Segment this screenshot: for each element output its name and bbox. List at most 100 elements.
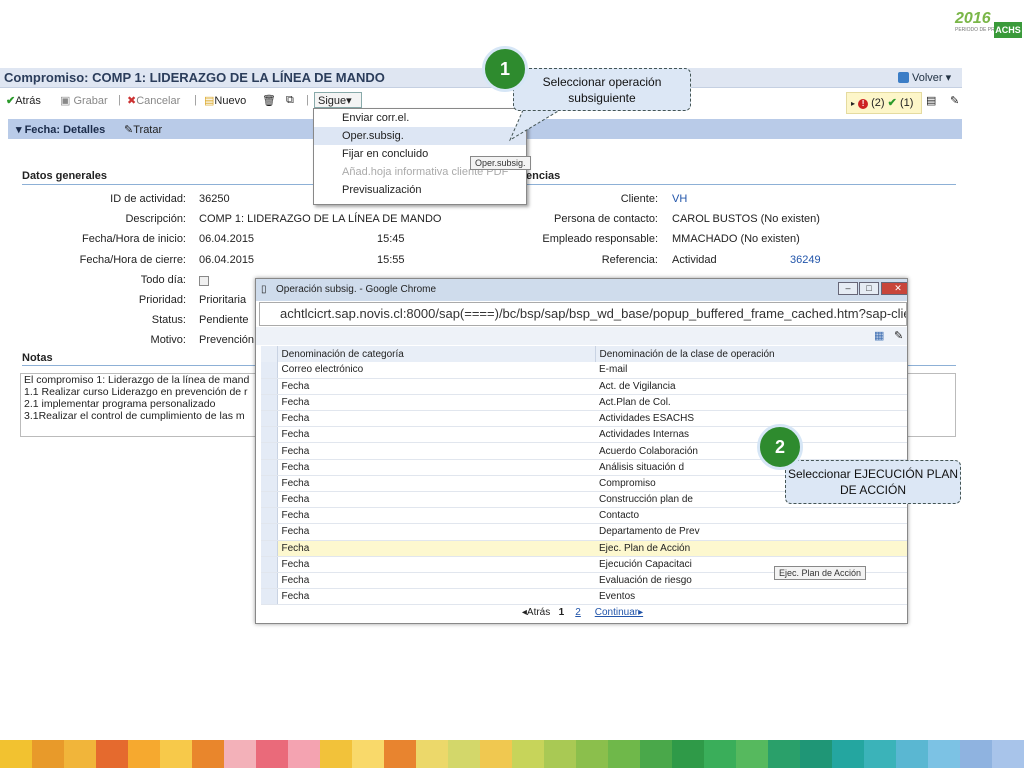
strip-segment xyxy=(416,740,448,768)
strip-segment xyxy=(320,740,352,768)
strip-segment xyxy=(160,740,192,768)
maximize-button[interactable]: □ xyxy=(859,282,879,295)
strip-segment xyxy=(544,740,576,768)
strip-segment xyxy=(64,740,96,768)
category-cell: Fecha xyxy=(277,475,595,493)
strip-segment xyxy=(384,740,416,768)
decorative-color-strip xyxy=(0,740,1024,768)
table-row[interactable]: Fecha Act. de Vigilancia xyxy=(261,378,907,395)
callout-1-pointer xyxy=(508,109,562,142)
minimize-button[interactable]: ‒ xyxy=(838,282,858,295)
table-row[interactable]: Fecha Act.Plan de Col. xyxy=(261,394,907,412)
strip-segment xyxy=(864,740,896,768)
strip-segment xyxy=(832,740,864,768)
category-cell: Fecha xyxy=(277,491,595,509)
strip-segment xyxy=(448,740,480,768)
category-cell: Fecha xyxy=(277,442,595,460)
category-cell: Fecha xyxy=(277,572,595,590)
table-row[interactable]: Fecha Eventos xyxy=(261,588,907,606)
category-cell: Fecha xyxy=(277,507,595,525)
row-selector[interactable] xyxy=(261,442,278,460)
strip-segment xyxy=(640,740,672,768)
row-selector[interactable] xyxy=(261,588,278,606)
row-selector[interactable] xyxy=(261,507,278,525)
strip-segment xyxy=(224,740,256,768)
select-all-cell[interactable] xyxy=(261,346,278,362)
row-selector[interactable] xyxy=(261,362,278,379)
strip-segment xyxy=(192,740,224,768)
strip-segment xyxy=(576,740,608,768)
operation-cell: Eventos xyxy=(595,588,907,606)
row-selector[interactable] xyxy=(261,572,278,590)
category-cell: Fecha xyxy=(277,556,595,573)
prev-page-link[interactable]: ◂Atrás xyxy=(522,607,550,618)
row-selector[interactable] xyxy=(261,394,278,412)
category-cell: Fecha xyxy=(277,410,595,428)
table-row[interactable]: Fecha Actividades Internas xyxy=(261,426,907,444)
operation-cell: Act.Plan de Col. xyxy=(595,394,907,412)
strip-segment xyxy=(896,740,928,768)
page-2-link[interactable]: 2 xyxy=(575,607,581,618)
page-1: 1 xyxy=(558,607,565,618)
page-icon: ▯ xyxy=(261,284,267,295)
category-cell: Fecha xyxy=(277,588,595,606)
close-button[interactable]: ✕ xyxy=(881,282,907,295)
popup-toolbar: ▦ ✎ xyxy=(256,327,907,345)
callout-1: Seleccionar operación subsiguiente xyxy=(513,68,691,111)
table-row[interactable]: Fecha Acuerdo Colaboración xyxy=(261,442,907,460)
category-cell: Fecha xyxy=(277,523,595,541)
popup-title: Operación subsig. - Google Chrome xyxy=(276,284,437,295)
url-bar[interactable]: achtlcicrt.sap.novis.cl:8000/sap(====)/b… xyxy=(259,302,907,326)
operation-cell: E-mail xyxy=(595,362,907,379)
strip-segment xyxy=(928,740,960,768)
row-selector[interactable] xyxy=(261,378,278,395)
strip-segment xyxy=(800,740,832,768)
column-header-category[interactable]: Denominación de categoría xyxy=(277,346,596,362)
step-2-badge: 2 xyxy=(757,424,803,470)
strip-segment xyxy=(288,740,320,768)
next-page-link[interactable]: Continuar▸ xyxy=(595,607,643,618)
strip-segment xyxy=(992,740,1024,768)
row-selector[interactable] xyxy=(261,410,278,428)
strip-segment xyxy=(672,740,704,768)
operation-cell: Contacto xyxy=(595,507,907,525)
row-selector[interactable] xyxy=(261,459,278,476)
category-cell: Fecha xyxy=(277,459,595,476)
category-cell: Fecha xyxy=(277,378,595,395)
strip-segment xyxy=(352,740,384,768)
column-header-operation[interactable]: Denominación de la clase de operación xyxy=(595,346,907,362)
table-row[interactable]: Fecha Actividades ESACHS xyxy=(261,410,907,428)
operation-cell: Ejec. Plan de Acción xyxy=(595,540,907,557)
row-tooltip: Ejec. Plan de Acción xyxy=(774,566,867,580)
row-selector[interactable] xyxy=(261,540,278,557)
category-cell: Fecha xyxy=(277,426,595,444)
row-selector[interactable] xyxy=(261,491,278,509)
strip-segment xyxy=(608,740,640,768)
popup-titlebar: ▯ Operación subsig. - Google Chrome ‒ □ … xyxy=(256,279,907,301)
operation-cell: Departamento de Prev xyxy=(595,523,907,541)
row-selector[interactable] xyxy=(261,556,278,573)
strip-segment xyxy=(768,740,800,768)
operation-cell: Act. de Vigilancia xyxy=(595,378,907,395)
table-row[interactable]: Fecha Departamento de Prev xyxy=(261,523,907,541)
table-row[interactable]: Fecha Ejec. Plan de Acción xyxy=(261,540,907,557)
wrench-icon[interactable]: ✎ xyxy=(894,329,903,342)
table-settings-icon[interactable]: ▦ xyxy=(874,329,884,342)
strip-segment xyxy=(32,740,64,768)
strip-segment xyxy=(256,740,288,768)
step-1-badge: 1 xyxy=(482,46,528,92)
row-selector[interactable] xyxy=(261,475,278,493)
strip-segment xyxy=(960,740,992,768)
operation-cell: Acuerdo Colaboración xyxy=(595,442,907,460)
strip-segment xyxy=(736,740,768,768)
operation-cell: Actividades Internas xyxy=(595,426,907,444)
row-selector[interactable] xyxy=(261,523,278,541)
table-header: Denominación de categoría Denominación d… xyxy=(261,346,907,362)
strip-segment xyxy=(704,740,736,768)
strip-segment xyxy=(512,740,544,768)
table-row[interactable]: Fecha Contacto xyxy=(261,507,907,525)
callout-2: Seleccionar EJECUCIÓN PLAN DE ACCIÓN xyxy=(785,460,961,504)
table-row[interactable]: Correo electrónico E-mail xyxy=(261,362,907,379)
pagination: ◂Atrás 1 2 Continuar▸ xyxy=(256,607,907,618)
row-selector[interactable] xyxy=(261,426,278,444)
